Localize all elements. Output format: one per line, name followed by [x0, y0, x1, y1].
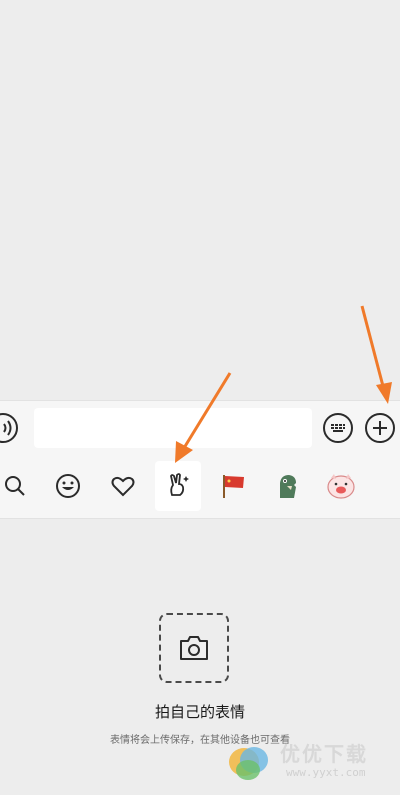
chat-message-area: [0, 0, 400, 400]
dinosaur-sticker-icon: [280, 475, 296, 498]
more-functions-button[interactable]: [365, 413, 395, 443]
chat-input-bar: [0, 400, 400, 456]
voice-icon: [3, 420, 12, 436]
watermark-logo-icon: [229, 747, 268, 780]
tab-dinosaur-stickers[interactable]: [264, 461, 310, 511]
tab-favorites[interactable]: [100, 461, 146, 511]
take-selfie-sticker-button[interactable]: [159, 613, 229, 683]
tab-red-flag-stickers[interactable]: [210, 461, 256, 511]
message-input[interactable]: [34, 408, 312, 448]
tab-search[interactable]: [0, 461, 38, 511]
tab-emoji[interactable]: [45, 461, 91, 511]
keyboard-emoji-icon: [331, 424, 345, 432]
emoji-category-tabs: [0, 455, 400, 519]
smiley-icon: [56, 474, 80, 498]
plus-icon: [373, 421, 387, 435]
panel-title: 拍自己的表情: [154, 703, 245, 721]
voice-input-button[interactable]: [0, 413, 18, 443]
camera-icon: [180, 636, 208, 660]
selfie-sticker-icon: [170, 473, 189, 496]
watermark: 优优下载 www.yyxt.com: [228, 728, 398, 788]
search-icon: [5, 476, 25, 496]
emoji-button[interactable]: [323, 413, 353, 443]
red-flag-sticker-icon: [223, 475, 244, 498]
watermark-url: www.yyxt.com: [286, 766, 366, 779]
pig-sticker-icon: [327, 474, 355, 499]
heart-icon: [111, 476, 135, 497]
tab-selfie-stickers[interactable]: [155, 461, 201, 511]
watermark-text: 优优下载: [280, 742, 368, 766]
tab-pig-stickers[interactable]: [318, 461, 364, 511]
